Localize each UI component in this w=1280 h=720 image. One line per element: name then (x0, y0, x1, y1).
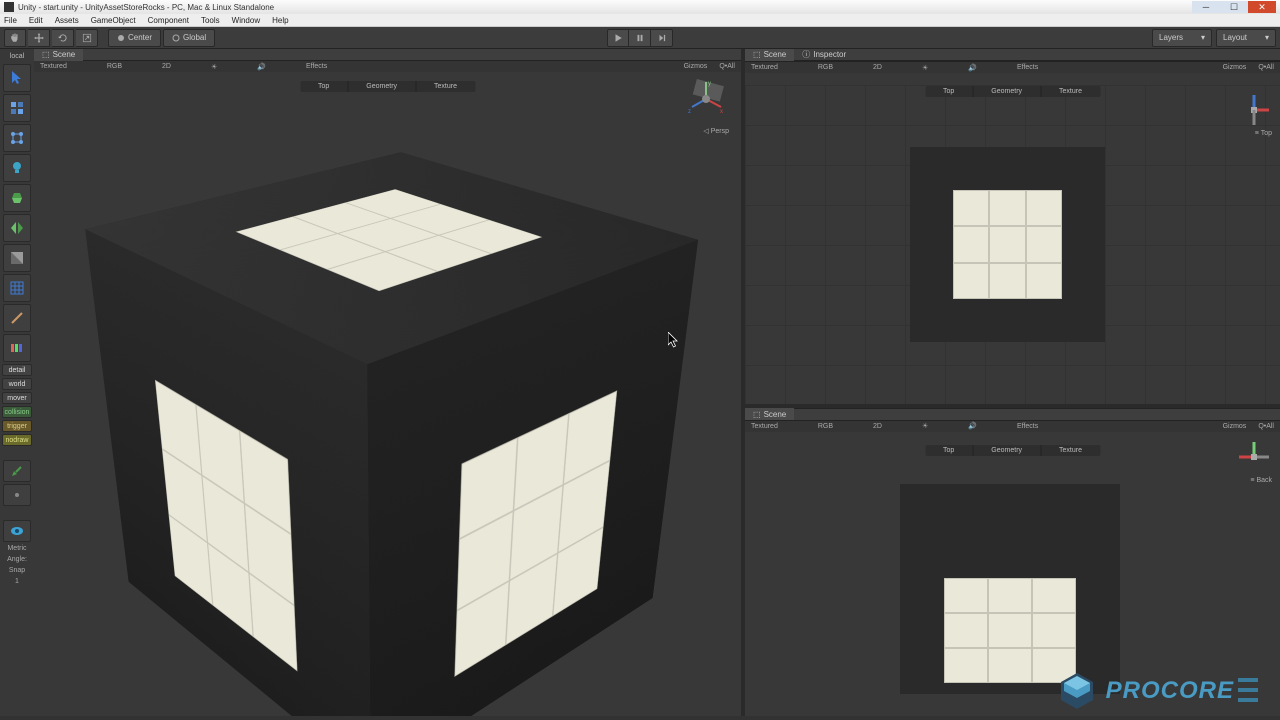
visibility-tool[interactable] (3, 520, 31, 542)
close-button[interactable]: ✕ (1248, 1, 1276, 13)
angle-label: Angle: (7, 555, 27, 564)
ortho2-gizmo[interactable] (1236, 439, 1272, 475)
snap-value: 1 (15, 577, 19, 586)
inspector-tab[interactable]: ⓘInspector (794, 49, 854, 61)
hand-tool[interactable] (4, 29, 26, 47)
layers-dropdown[interactable]: Layers▾ (1152, 29, 1212, 47)
menu-component[interactable]: Component (148, 16, 189, 25)
menu-assets[interactable]: Assets (55, 16, 79, 25)
window-controls: ─ ☐ ✕ (1192, 1, 1276, 13)
shade-tool[interactable] (3, 244, 31, 272)
ortho2-axis-label[interactable]: ≡ Back (1250, 477, 1272, 484)
palette-tool[interactable] (3, 334, 31, 362)
scene-tab-2[interactable]: ⬚Scene (745, 49, 794, 61)
menu-tools[interactable]: Tools (201, 16, 220, 25)
audio-toggle[interactable]: 🔊 (257, 63, 266, 71)
vertices-tool[interactable] (3, 124, 31, 152)
mover-button[interactable]: mover (2, 392, 32, 404)
scene-subbar: Textured RGB 2D ☀ 🔊 Effects Gizmos Q•All (34, 61, 741, 72)
scene-tab[interactable]: ⬚Scene (34, 49, 83, 61)
scene-icon: ⬚ (753, 410, 761, 419)
ortho1-gizmo[interactable] (1236, 92, 1272, 128)
scene-icon: ⬚ (42, 50, 50, 59)
ortho2-tab-bar: ⬚Scene (745, 409, 1280, 421)
main-toolbar: Center Global Layers▾ Layout▾ (0, 27, 1280, 49)
mirror-tool[interactable] (3, 214, 31, 242)
right-tab-bar: ⬚Scene ⓘInspector (745, 49, 1280, 61)
procore-logo-icon (1056, 670, 1098, 712)
menu-edit[interactable]: Edit (29, 16, 43, 25)
app-icon (4, 2, 14, 12)
scene-tab-bar: ⬚Scene (34, 49, 741, 61)
trigger-button[interactable]: trigger (2, 420, 32, 432)
maximize-button[interactable]: ☐ (1220, 1, 1248, 13)
gizmos-dropdown[interactable]: Gizmos (684, 63, 708, 70)
faces-tool[interactable] (3, 94, 31, 122)
procore-watermark: PROCORE (1056, 670, 1262, 712)
dim-toggle[interactable]: 2D (162, 63, 171, 70)
ortho1-axis-label[interactable]: ≡ Top (1255, 130, 1272, 137)
pivot-toggle[interactable]: Center (108, 29, 161, 47)
minimize-button[interactable]: ─ (1192, 1, 1220, 13)
move-tool[interactable] (28, 29, 50, 47)
title-bar: Unity - start.unity - UnityAssetStoreRoc… (0, 0, 1280, 14)
menu-window[interactable]: Window (232, 16, 260, 25)
channel-dropdown[interactable]: RGB (107, 63, 122, 70)
collision-button[interactable]: collision (2, 406, 32, 418)
menu-bar: File Edit Assets GameObject Component To… (0, 14, 1280, 27)
shading-dropdown[interactable]: Textured (40, 63, 67, 70)
world-button[interactable]: world (2, 378, 32, 390)
scene-tab-3[interactable]: ⬚Scene (745, 408, 794, 420)
detail-button[interactable]: detail (2, 364, 32, 376)
right-pane: ⬚Scene ⓘInspector Textured RGB 2D ☀ 🔊 Ef… (745, 49, 1280, 716)
menu-gameobject[interactable]: GameObject (91, 16, 136, 25)
pb-mode-tabs-1: Top Geometry Texture (925, 86, 1100, 97)
extrude-tool[interactable] (3, 184, 31, 212)
step-button[interactable] (651, 29, 673, 47)
light-toggle[interactable]: ☀ (211, 63, 217, 71)
scene-icon: ⬚ (753, 50, 761, 59)
layout-dropdown[interactable]: Layout▾ (1216, 29, 1276, 47)
ortho1-subbar: Textured RGB 2D ☀ 🔊 Effects GizmosQ•All (745, 62, 1280, 73)
procore-logo-text: PROCORE (1106, 677, 1234, 705)
ortho-view-top[interactable]: Textured RGB 2D ☀ 🔊 Effects GizmosQ•All … (745, 61, 1280, 404)
scene-view-main[interactable]: ⬚Scene Textured RGB 2D ☀ 🔊 Effects Gizmo… (34, 49, 741, 716)
probuilder-toolbar: local detail world mover collision trigg… (0, 49, 34, 716)
effects-dropdown[interactable]: Effects (306, 63, 327, 70)
menu-help[interactable]: Help (272, 16, 288, 25)
snap-label: Snap (9, 566, 25, 575)
mode-label: local (8, 51, 26, 62)
metric-label: Metric (7, 544, 26, 553)
inspector-icon: ⓘ (802, 49, 810, 60)
ortho2-subbar: Textured RGB 2D ☀ 🔊 Effects GizmosQ•All (745, 421, 1280, 432)
search-scene[interactable]: Q•All (719, 63, 735, 70)
light-tool[interactable] (3, 154, 31, 182)
rotate-tool[interactable] (52, 29, 74, 47)
play-button[interactable] (607, 29, 629, 47)
nodraw-button[interactable]: nodraw (2, 434, 32, 446)
arrow-tool[interactable] (3, 64, 31, 92)
play-controls (607, 29, 673, 47)
scale-tool[interactable] (76, 29, 98, 47)
grid-tool[interactable] (3, 274, 31, 302)
pb-mode-tabs-2: Top Geometry Texture (925, 445, 1100, 456)
main-area: local detail world mover collision trigg… (0, 49, 1280, 716)
window-title: Unity - start.unity - UnityAssetStoreRoc… (18, 3, 274, 12)
menu-file[interactable]: File (4, 16, 17, 25)
space-toggle[interactable]: Global (163, 29, 215, 47)
viewport-3d[interactable] (34, 72, 741, 716)
line-tool[interactable] (3, 304, 31, 332)
pause-button[interactable] (629, 29, 651, 47)
dot-tool[interactable] (3, 484, 31, 506)
brush-tool[interactable] (3, 460, 31, 482)
